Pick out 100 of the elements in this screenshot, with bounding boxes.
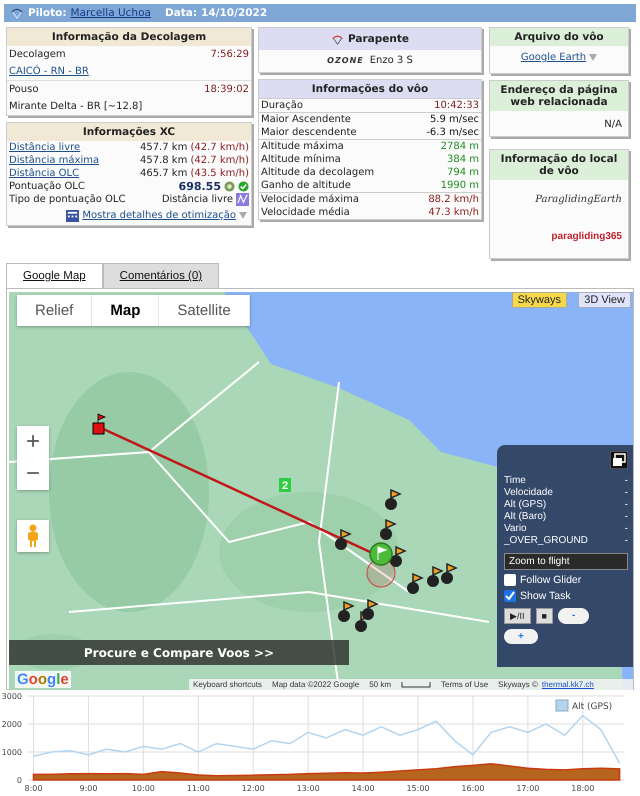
data-value: - [624,475,628,487]
row-label: Velocidade média [261,206,350,219]
row-value: 1990 m [440,179,479,192]
street-view-button[interactable] [17,520,49,552]
row-label: Pouso [9,83,38,96]
distance-link[interactable]: Distância livre [9,141,80,154]
row-value: 7:56:29 [210,48,249,61]
window-icon[interactable] [610,451,628,469]
panel-title: Informações XC [7,123,251,141]
data-value: - [624,535,628,547]
axis-tick-label: 2000 [2,720,22,729]
panel-title: Informação da Decolagem [7,28,251,46]
optimization-link[interactable]: Mostra detalhes de otimização [82,209,236,222]
axis-tick-label: 16:00 [461,784,484,793]
skyways-button[interactable]: Skyways [512,292,567,308]
axis-tick-label: 12:00 [242,784,265,793]
data-label: Velocidade [504,487,553,499]
distance-link[interactable]: Distância OLC [9,167,80,180]
playback-button[interactable]: + [504,629,538,644]
flag-icon [335,528,352,550]
map-type-button[interactable]: Relief [17,295,92,326]
data-value: - [624,499,628,511]
calculator-icon [66,210,80,222]
axis-tick-label: 13:00 [296,784,320,793]
row-label: Altitude mínima [261,153,341,166]
date-text: 14/10/2022 [201,7,268,19]
zoom-out-button[interactable]: − [17,458,49,490]
row-label: Tipo de pontuação OLC [9,193,126,206]
playback-button[interactable]: ■ [536,608,553,624]
data-value: - [624,523,628,535]
date-label: Data: [164,7,198,19]
row-label: Velocidade máxima [261,193,359,206]
panel-title: Informação do local de vôo [490,150,628,180]
data-label: Time [504,475,526,487]
checkbox[interactable] [504,574,516,586]
map-type-button[interactable]: Map [92,295,160,326]
row-label: Altitude máxima [261,140,344,153]
glider-title: Parapente [348,33,410,45]
paraglider-icon [330,34,344,44]
dropdown-icon[interactable] [239,212,247,219]
google-logo: Google [15,671,71,688]
related-page-value: N/A [604,119,622,130]
waypoint-marker: 2 [279,478,291,492]
row-value: -6.3 m/sec [426,126,479,139]
data-label: Alt (Baro) [504,511,546,523]
zoom-in-button[interactable]: + [17,426,49,458]
paragliding365-logo[interactable]: paragliding365 [551,231,622,242]
terms-link[interactable]: Terms of Use [441,680,488,689]
distance-link[interactable]: Distância máxima [9,154,100,167]
flag-icon [390,546,407,567]
shortcuts-link[interactable]: Keyboard shortcuts [193,680,262,689]
tab[interactable]: Google Map [6,263,103,288]
map-type-button[interactable]: Satellite [159,295,250,326]
checkbox[interactable] [504,590,516,602]
map-data-text: Map data ©2022 Google [272,680,360,689]
row-value: 794 m [446,166,479,179]
distance-value: 457.8 km (42.7 km/h) [140,154,249,167]
3d-view-button[interactable]: 3D View [578,292,631,308]
check-icon [238,181,249,192]
row-label: Ganho de altitude [261,179,351,192]
google-earth-link[interactable]: Google Earth [520,52,586,63]
distance-value: 457.7 km (42.7 km/h) [140,141,249,154]
glider-model: Enzo 3 S [370,55,413,66]
axis-tick-label: 18:00 [571,784,594,793]
glider-marker-icon [369,542,393,566]
axis-tick-label: 8:00 [24,784,42,793]
row-label: Duração [261,99,304,112]
medal-icon [224,181,235,192]
compare-flights-banner[interactable]: Procure e Compare Voos >> [9,640,349,665]
takeoff-site-link[interactable]: CAICÓ - RN - BR [9,65,89,78]
row-label: Maior descendente [261,126,357,139]
playback-button[interactable]: ▶/II [504,608,531,624]
axis-tick-label: 0 [16,776,22,785]
row-label: Altitude da decolagem [261,166,374,179]
chart-icon [236,193,249,206]
panel-title: Informações do vôo [259,80,481,98]
playback-button[interactable]: - [558,608,590,624]
data-value: - [624,511,628,523]
paraglidingearth-logo[interactable]: ParaglidingEarth [535,194,622,205]
flag-icon [380,518,397,540]
brand-logo: OZONE [327,56,364,65]
dropdown-icon[interactable] [589,54,598,61]
tab[interactable]: Comentários (0) [102,263,220,288]
row-value: 2784 m [440,140,479,153]
data-label: _OVER_GROUND [504,535,588,547]
axis-tick-label: 15:00 [406,784,430,793]
landing-site: Mirante Delta - BR [~12.8] [9,100,142,113]
legend-label: Alt (GPS) [572,702,612,712]
pilot-link[interactable]: Marcella Uchoa [70,7,151,19]
axis-tick-label: 1000 [2,748,22,757]
row-value: 10:42:33 [434,99,479,112]
zoom-to-flight-button[interactable]: Zoom to flight [504,553,628,570]
flag-icon [427,566,444,587]
scale-text: 50 km [369,680,392,689]
row-value: 384 m [446,153,479,166]
credit-link[interactable]: thermal.kk7.ch [542,680,594,689]
flag-icon [385,488,402,510]
row-value: 88.2 km/h [428,193,479,206]
data-value: - [624,487,628,499]
flag-icon [441,562,458,584]
